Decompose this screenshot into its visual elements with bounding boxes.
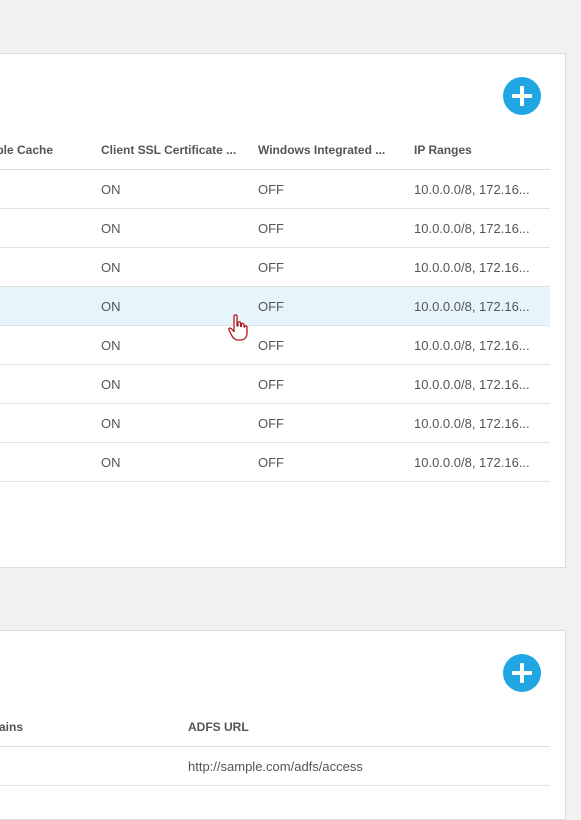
windows-integrated-cell: OFF — [258, 364, 414, 404]
disable-cache-cell: N — [0, 208, 101, 248]
disable-cache-cell: N — [0, 247, 101, 287]
client-ssl-cell: ON — [101, 247, 258, 287]
windows-integrated-cell: OFF — [258, 286, 414, 326]
ip-ranges-cell: 10.0.0.0/8, 172.16... — [414, 286, 550, 326]
column-header-client-ssl[interactable]: Client SSL Certificate ... — [101, 130, 258, 170]
disable-cache-cell: N — [0, 325, 101, 365]
client-ssl-cell: ON — [101, 364, 258, 404]
disable-cache-cell: N — [0, 364, 101, 404]
column-header-windows-integrated[interactable]: Windows Integrated ... — [258, 130, 414, 170]
windows-integrated-cell: OFF — [258, 208, 414, 248]
adfs-table: omains ADFS URL http://sample.com/adfs/a… — [0, 707, 550, 786]
windows-integrated-cell: OFF — [258, 325, 414, 365]
column-header-disable-cache[interactable]: sable Cache — [0, 130, 101, 170]
windows-integrated-cell: OFF — [258, 403, 414, 443]
disable-cache-cell: N — [0, 286, 101, 326]
client-ssl-cell: ON — [101, 169, 258, 209]
hand-pointer-icon — [228, 314, 248, 341]
ip-ranges-cell: 10.0.0.0/8, 172.16... — [414, 403, 550, 443]
table-row[interactable]: NONOFF10.0.0.0/8, 172.16... — [0, 169, 550, 209]
column-header-domains[interactable]: omains — [0, 707, 188, 747]
windows-integrated-cell: OFF — [258, 247, 414, 287]
ip-ranges-cell: 10.0.0.0/8, 172.16... — [414, 169, 550, 209]
column-header-adfs-url[interactable]: ADFS URL — [188, 707, 550, 747]
table-row[interactable]: NONOFF10.0.0.0/8, 172.16... — [0, 325, 550, 365]
adfs-panel: omains ADFS URL http://sample.com/adfs/a… — [0, 630, 566, 820]
ip-ranges-cell: 10.0.0.0/8, 172.16... — [414, 442, 550, 482]
table-row[interactable]: NONOFF10.0.0.0/8, 172.16... — [0, 442, 550, 482]
client-ssl-cell: ON — [101, 208, 258, 248]
add-button[interactable] — [503, 77, 541, 115]
ip-ranges-cell: 10.0.0.0/8, 172.16... — [414, 325, 550, 365]
table-row[interactable]: NONOFF10.0.0.0/8, 172.16... — [0, 208, 550, 248]
domains-cell — [0, 746, 188, 786]
windows-integrated-cell: OFF — [258, 442, 414, 482]
table-row[interactable]: NONOFF10.0.0.0/8, 172.16... — [0, 247, 550, 287]
table-header-row: sable Cache Client SSL Certificate ... W… — [0, 130, 550, 170]
windows-integrated-cell: OFF — [258, 169, 414, 209]
ip-ranges-cell: 10.0.0.0/8, 172.16... — [414, 208, 550, 248]
disable-cache-cell: N — [0, 442, 101, 482]
table-row[interactable]: NONOFF10.0.0.0/8, 172.16... — [0, 364, 550, 404]
table-row[interactable]: NONOFF10.0.0.0/8, 172.16... — [0, 286, 550, 326]
client-ssl-cell: ON — [101, 403, 258, 443]
table-row[interactable]: http://sample.com/adfs/access — [0, 746, 550, 786]
profiles-table: sable Cache Client SSL Certificate ... W… — [0, 130, 550, 482]
client-ssl-cell: ON — [101, 442, 258, 482]
ip-ranges-cell: 10.0.0.0/8, 172.16... — [414, 247, 550, 287]
add-button[interactable] — [503, 654, 541, 692]
adfs-url-cell: http://sample.com/adfs/access — [188, 746, 550, 786]
table-row[interactable]: NONOFF10.0.0.0/8, 172.16... — [0, 403, 550, 443]
disable-cache-cell: N — [0, 169, 101, 209]
ip-ranges-cell: 10.0.0.0/8, 172.16... — [414, 364, 550, 404]
table-header-row: omains ADFS URL — [0, 707, 550, 747]
disable-cache-cell: N — [0, 403, 101, 443]
column-header-ip-ranges[interactable]: IP Ranges — [414, 130, 550, 170]
access-profiles-panel: sable Cache Client SSL Certificate ... W… — [0, 53, 566, 568]
